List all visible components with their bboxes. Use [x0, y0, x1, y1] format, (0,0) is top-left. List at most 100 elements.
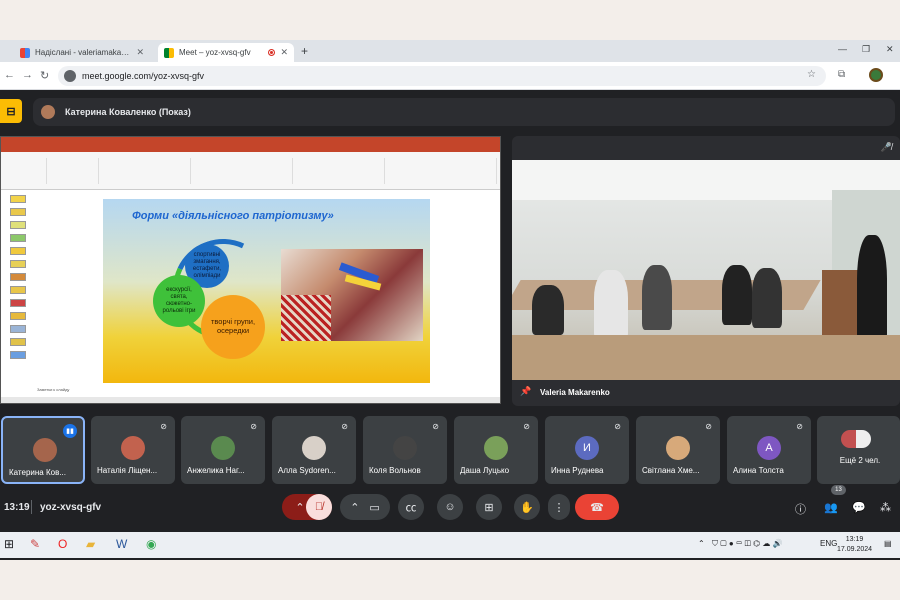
back-icon[interactable]: ←: [4, 69, 15, 81]
close-icon[interactable]: ✕: [280, 47, 288, 58]
mic-off-icon: ⊘: [523, 422, 530, 431]
participant-name: Анжелика Наг...: [187, 466, 245, 475]
hand-icon: ✋: [520, 501, 534, 514]
recording-icon: [268, 49, 276, 56]
avatar: [41, 105, 55, 119]
raise-hand-button[interactable]: ✋: [514, 494, 540, 520]
present-button[interactable]: ⊞: [476, 494, 502, 520]
slide-thumbnails: [4, 195, 32, 385]
ppt-title-bar: [1, 137, 500, 145]
chrome-icon[interactable]: ◉: [146, 537, 156, 551]
classroom-video: [512, 160, 900, 380]
pin-icon[interactable]: 📌: [520, 386, 531, 397]
participant-tile[interactable]: ⊘ Алла Sydoren...: [272, 416, 356, 484]
mic-off-icon: ⊘: [160, 422, 167, 431]
avatar: [302, 436, 326, 460]
slide-title: Форми «діяльнісного патріотизму»: [132, 210, 334, 222]
notifications-icon[interactable]: ▤: [884, 539, 892, 548]
ppt-status-bar: [1, 397, 500, 403]
folder-icon[interactable]: ▰: [86, 537, 95, 551]
leave-call-button[interactable]: ☎: [575, 494, 619, 520]
people-count-badge: 13: [831, 485, 846, 495]
avatar-stack: [841, 430, 871, 448]
language-indicator[interactable]: ENG: [820, 539, 837, 548]
clock[interactable]: 13:19 17.09.2024: [837, 535, 872, 555]
more-label: Ещё 2 чел.: [839, 456, 881, 465]
participant-tile[interactable]: ⊘ Даша Луцько: [454, 416, 538, 484]
emoji-button[interactable]: ☺: [437, 494, 463, 520]
presenter-chip[interactable]: Катерина Коваленко (Показ): [33, 98, 895, 126]
avatar: [666, 436, 690, 460]
word-icon[interactable]: W: [116, 537, 127, 551]
app-icon[interactable]: ✎: [30, 537, 40, 551]
participant-tile[interactable]: ⊘ Анжелика Наг...: [181, 416, 265, 484]
tab-meet[interactable]: Meet – yoz-xvsq-gfv ✕: [158, 43, 294, 62]
participant-tile[interactable]: ⊘ Коля Вольнов: [363, 416, 447, 484]
gear-creative: творчі групи, осередки: [201, 295, 265, 359]
meet-header: ⊟ Катерина Коваленко (Показ): [0, 92, 900, 134]
participant-tile[interactable]: А ⊘ Алина Толста: [727, 416, 811, 484]
mic-off-icon[interactable]: 🎙̸: [306, 494, 332, 520]
chevron-up-icon[interactable]: ⌃: [295, 501, 304, 514]
participant-name: Коля Вольнов: [369, 466, 421, 475]
participant-name: Алла Sydoren...: [278, 466, 336, 475]
reload-icon[interactable]: ↻: [40, 69, 49, 82]
avatar: [121, 436, 145, 460]
chevron-up-icon[interactable]: ⌃: [350, 501, 359, 514]
star-icon[interactable]: ☆: [807, 69, 816, 80]
forward-icon[interactable]: →: [22, 69, 33, 81]
speaking-icon: ▮▮: [63, 424, 77, 438]
participant-name: Алина Толста: [733, 466, 784, 475]
tray-chevron-icon[interactable]: ⌃: [698, 539, 705, 548]
participant-tile[interactable]: ▮▮ Катерина Ков...: [1, 416, 85, 484]
participant-tile[interactable]: ⊘ Світлана Хме...: [636, 416, 720, 484]
opera-icon[interactable]: O: [58, 537, 67, 551]
hangup-icon: ☎: [590, 501, 604, 514]
gmail-icon: [20, 47, 30, 58]
pinned-video[interactable]: 🎤̸ 📌 Valeria Makarenko: [512, 136, 900, 406]
participant-tile[interactable]: И ⊘ Инна Руднева: [545, 416, 629, 484]
site-info-icon[interactable]: [64, 70, 76, 82]
mic-off-icon: ⊘: [250, 422, 257, 431]
info-icon[interactable]: ⓘ: [795, 501, 806, 517]
participant-name: Катерина Ков...: [9, 468, 66, 477]
profile-avatar[interactable]: [869, 68, 883, 82]
minimize-icon[interactable]: —: [838, 44, 847, 54]
close-icon[interactable]: ✕: [136, 47, 144, 58]
slide-photo: [281, 249, 423, 341]
activities-icon[interactable]: ⁂: [880, 501, 891, 514]
more-options-button[interactable]: ⋮: [548, 494, 570, 520]
windows-start-icon[interactable]: ⊞: [4, 537, 14, 551]
presentation-icon[interactable]: ⊟: [0, 99, 22, 123]
more-participants-tile[interactable]: Ещё 2 чел.: [817, 416, 900, 484]
meeting-code: yoz-xvsq-gfv: [40, 502, 102, 513]
more-vert-icon: ⋮: [553, 501, 565, 514]
new-tab-button[interactable]: +: [301, 44, 308, 58]
divider: [31, 500, 32, 514]
captions-button[interactable]: ㏄: [398, 494, 424, 520]
chat-icon[interactable]: 💬: [852, 501, 866, 514]
windows-taskbar: ⊞ ✎ O ▰ W ◉ ⌃ ⛉ ▢ ● ▭ ◫ ⌬ ☁ 🔊 ENG 13:19 …: [0, 532, 900, 558]
extensions-icon[interactable]: ⧉: [838, 69, 845, 80]
tab-gmail[interactable]: Надіслані - valeriamakarenko0 ✕: [14, 43, 150, 62]
people-icon[interactable]: 👥: [824, 501, 838, 514]
mic-off-icon: ⊘: [432, 422, 439, 431]
participant-tile[interactable]: ⊘ Наталія Ліщен...: [91, 416, 175, 484]
screen-frame: Надіслані - valeriamakarenko0 ✕ Meet – y…: [0, 40, 900, 560]
restore-icon[interactable]: ❐: [862, 44, 870, 55]
mic-off-icon: ⊘: [614, 422, 621, 431]
url-text: meet.google.com/yoz-xvsq-gfv: [82, 71, 205, 81]
participant-name: Даша Луцько: [460, 466, 510, 475]
meeting-time: 13:19: [4, 502, 30, 513]
captions-icon: ㏄: [405, 502, 417, 514]
address-bar-row: ← → ↻ meet.google.com/yoz-xvsq-gfv ☆ ⧉: [0, 62, 900, 90]
presenter-label: Катерина Коваленко (Показ): [65, 107, 191, 117]
mic-off-icon: 🎤̸: [880, 142, 892, 152]
camera-button[interactable]: ⌃ ▭: [340, 494, 390, 520]
close-window-icon[interactable]: ✕: [886, 44, 894, 55]
camera-icon[interactable]: ▭: [369, 501, 379, 514]
tray-icons[interactable]: ⛉ ▢ ● ▭ ◫ ⌬ ☁ 🔊: [712, 539, 783, 549]
url-input[interactable]: meet.google.com/yoz-xvsq-gfv: [58, 66, 826, 86]
clock-time: 13:19: [845, 536, 864, 543]
avatar: И: [575, 436, 599, 460]
